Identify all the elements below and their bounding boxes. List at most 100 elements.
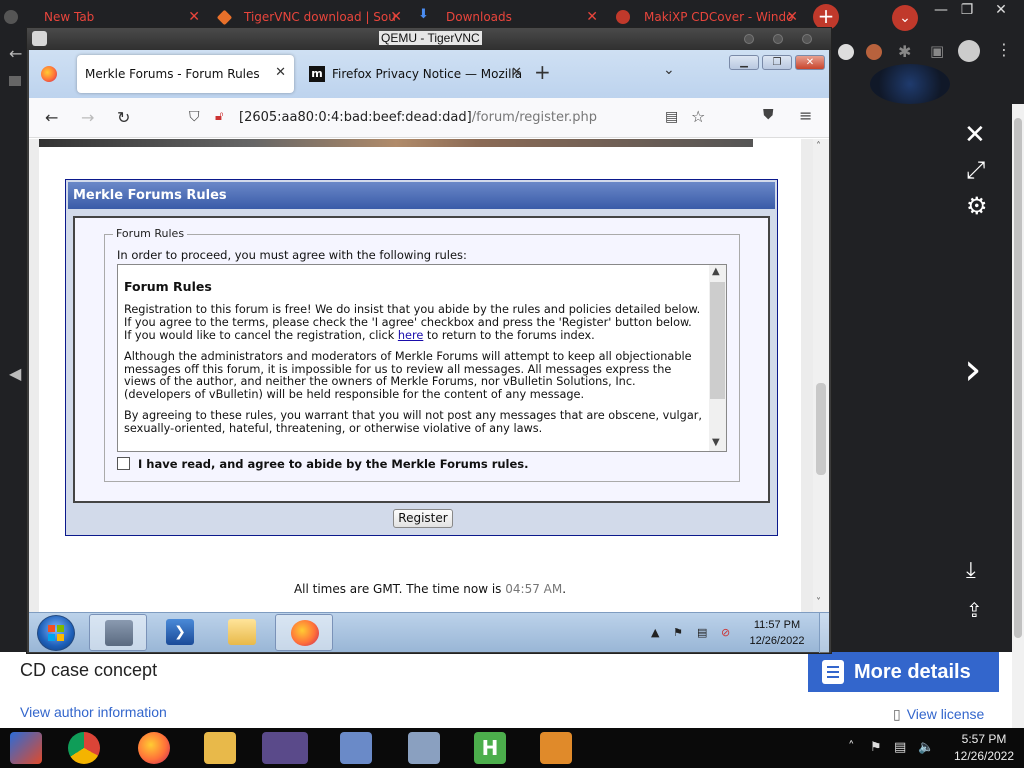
- puzzle-icon[interactable]: ✱: [898, 42, 911, 61]
- url-text[interactable]: [2605:aa80:0:4:bad:beef:dead:dad]/forum/…: [239, 110, 597, 125]
- download-icon[interactable]: ⤓: [966, 558, 976, 583]
- folder-icon[interactable]: [204, 732, 236, 764]
- host-tab-label: Downloads: [446, 10, 512, 24]
- close-button[interactable]: ✕: [795, 55, 825, 70]
- guest-clock[interactable]: 11:57 PM 12/26/2022: [747, 617, 807, 649]
- new-tab-button[interactable]: +: [534, 60, 551, 84]
- tigervnc-icon[interactable]: [540, 732, 572, 764]
- flag-icon[interactable]: ⚑: [673, 626, 683, 639]
- page-scrollbar[interactable]: ˄ ˅: [813, 139, 829, 612]
- volume-muted-icon[interactable]: ⊘: [721, 626, 730, 639]
- close-icon[interactable]: ✕: [586, 9, 598, 25]
- scroll-up-icon[interactable]: ˄: [816, 141, 821, 152]
- scrollbar-thumb[interactable]: [816, 383, 826, 475]
- expand-icon[interactable]: ⤢: [966, 156, 985, 184]
- avatar[interactable]: [866, 44, 882, 60]
- reload-icon[interactable]: ↻: [117, 108, 130, 127]
- scroll-down-icon[interactable]: ˅: [816, 597, 821, 608]
- hexchat-icon[interactable]: H: [474, 732, 506, 764]
- para-text: to return to the forums index.: [423, 328, 595, 342]
- computer-icon[interactable]: [408, 732, 440, 764]
- scroll-down-icon[interactable]: ▼: [712, 437, 720, 448]
- url-bar[interactable]: ⛉ 🔓︎ [2605:aa80:0:4:bad:beef:dead:dad]/f…: [179, 102, 715, 134]
- url-path: /forum/register.php: [471, 110, 598, 125]
- close-window-button[interactable]: ✕: [986, 2, 1016, 18]
- kebab-menu-icon[interactable]: ⋮: [996, 40, 1012, 59]
- network-tray-icon[interactable]: ▤: [697, 626, 707, 639]
- tab-label: Firefox Privacy Notice — Mozilla: [332, 67, 523, 81]
- more-details-label: More details: [854, 660, 971, 683]
- flag-icon[interactable]: ⚑: [870, 740, 882, 755]
- reader-view-icon[interactable]: ▤: [665, 109, 678, 125]
- taskbar-server-manager[interactable]: [89, 614, 147, 651]
- chevron-left-icon[interactable]: ◀: [9, 364, 21, 383]
- hamburger-menu-icon[interactable]: ≡: [799, 106, 812, 125]
- taskbar-explorer[interactable]: [213, 614, 271, 651]
- close-icon[interactable]: ✕: [511, 65, 522, 80]
- back-icon[interactable]: ←: [45, 108, 58, 127]
- minimize-button[interactable]: [744, 34, 754, 44]
- host-clock[interactable]: 5:57 PM 12/26/2022: [948, 731, 1020, 765]
- chevron-down-icon[interactable]: ⌄: [892, 5, 918, 31]
- close-icon[interactable]: ✕: [964, 120, 986, 150]
- network-icon[interactable]: [340, 732, 372, 764]
- back-arrow-icon[interactable]: ←: [9, 44, 22, 63]
- clock-time: 11:57 PM: [753, 619, 801, 631]
- scrollbar-thumb[interactable]: [1014, 118, 1022, 638]
- vnc-titlebar[interactable]: QEMU - TigerVNC: [27, 28, 831, 50]
- volume-icon[interactable]: 🔈: [918, 740, 934, 755]
- taskbar-powershell[interactable]: ❯: [151, 614, 209, 651]
- host-taskbar: H ˄ ⚑ ▤ 🔈 5:57 PM 12/26/2022: [0, 728, 1024, 768]
- firefox-icon[interactable]: [41, 66, 57, 82]
- app-icon[interactable]: [10, 732, 42, 764]
- close-icon[interactable]: ✕: [390, 9, 402, 25]
- register-button[interactable]: Register: [393, 509, 453, 528]
- network-tray-icon[interactable]: ▤: [894, 740, 906, 755]
- license-link[interactable]: ▯ View license: [893, 706, 984, 723]
- more-details-button[interactable]: More details: [808, 652, 999, 692]
- scrollbar-thumb[interactable]: [710, 282, 725, 399]
- close-icon[interactable]: ✕: [786, 9, 798, 25]
- tab-firefox-privacy[interactable]: m Firefox Privacy Notice — Mozilla ✕: [309, 55, 522, 93]
- author-link[interactable]: View author information: [20, 704, 167, 720]
- agree-checkbox[interactable]: [117, 457, 130, 470]
- show-desktop-button[interactable]: [819, 613, 829, 653]
- restore-button[interactable]: ❐: [952, 2, 982, 18]
- close-button[interactable]: [802, 34, 812, 44]
- shield-icon[interactable]: ⛉: [189, 109, 200, 125]
- close-icon[interactable]: ✕: [275, 65, 286, 80]
- chrome-icon: [4, 10, 18, 24]
- maximize-button[interactable]: ❐: [762, 55, 792, 70]
- rules-textbox[interactable]: Forum Rules Registration to this forum i…: [117, 264, 727, 452]
- close-icon[interactable]: ✕: [188, 9, 200, 25]
- start-button[interactable]: [37, 615, 75, 651]
- clock-time: 5:57 PM: [961, 732, 1007, 746]
- maximize-button[interactable]: [773, 34, 783, 44]
- sidepanel-icon[interactable]: ▣: [930, 42, 944, 60]
- extension-icon[interactable]: [838, 44, 854, 60]
- pocket-icon[interactable]: ⛊: [763, 107, 774, 123]
- proceed-text: In order to proceed, you must agree with…: [117, 248, 467, 262]
- minimize-button[interactable]: ▁: [729, 55, 759, 70]
- share-icon[interactable]: ⇪: [966, 598, 983, 622]
- firefox-icon[interactable]: [138, 732, 170, 764]
- star-icon[interactable]: ☆: [691, 107, 705, 126]
- chrome-icon[interactable]: [68, 732, 100, 764]
- chevron-up-icon[interactable]: ˄: [848, 740, 855, 755]
- chevron-down-icon[interactable]: ⌄: [663, 62, 675, 78]
- insecure-lock-icon[interactable]: 🔓︎: [215, 109, 223, 124]
- chevron-up-icon[interactable]: ▲: [651, 626, 659, 639]
- host-page-scrollbar[interactable]: [1012, 104, 1024, 728]
- agree-label[interactable]: I have read, and agree to abide by the M…: [138, 457, 529, 471]
- scroll-up-icon[interactable]: ▲: [712, 266, 720, 277]
- gear-icon[interactable]: ⚙: [966, 192, 988, 220]
- profile-icon[interactable]: [958, 40, 980, 62]
- tab-merkle-forums[interactable]: Merkle Forums - Forum Rules ✕: [77, 55, 294, 93]
- taskbar-firefox[interactable]: [275, 614, 333, 651]
- forward-icon[interactable]: →: [81, 108, 94, 127]
- chevron-right-icon[interactable]: ›: [964, 348, 982, 392]
- here-link[interactable]: here: [398, 329, 423, 342]
- rules-scrollbar[interactable]: ▲ ▼: [709, 265, 726, 451]
- screen: New Tab ✕ TigerVNC download | Sou ✕ ⬇ Do…: [0, 0, 1024, 768]
- people-icon[interactable]: [262, 732, 308, 764]
